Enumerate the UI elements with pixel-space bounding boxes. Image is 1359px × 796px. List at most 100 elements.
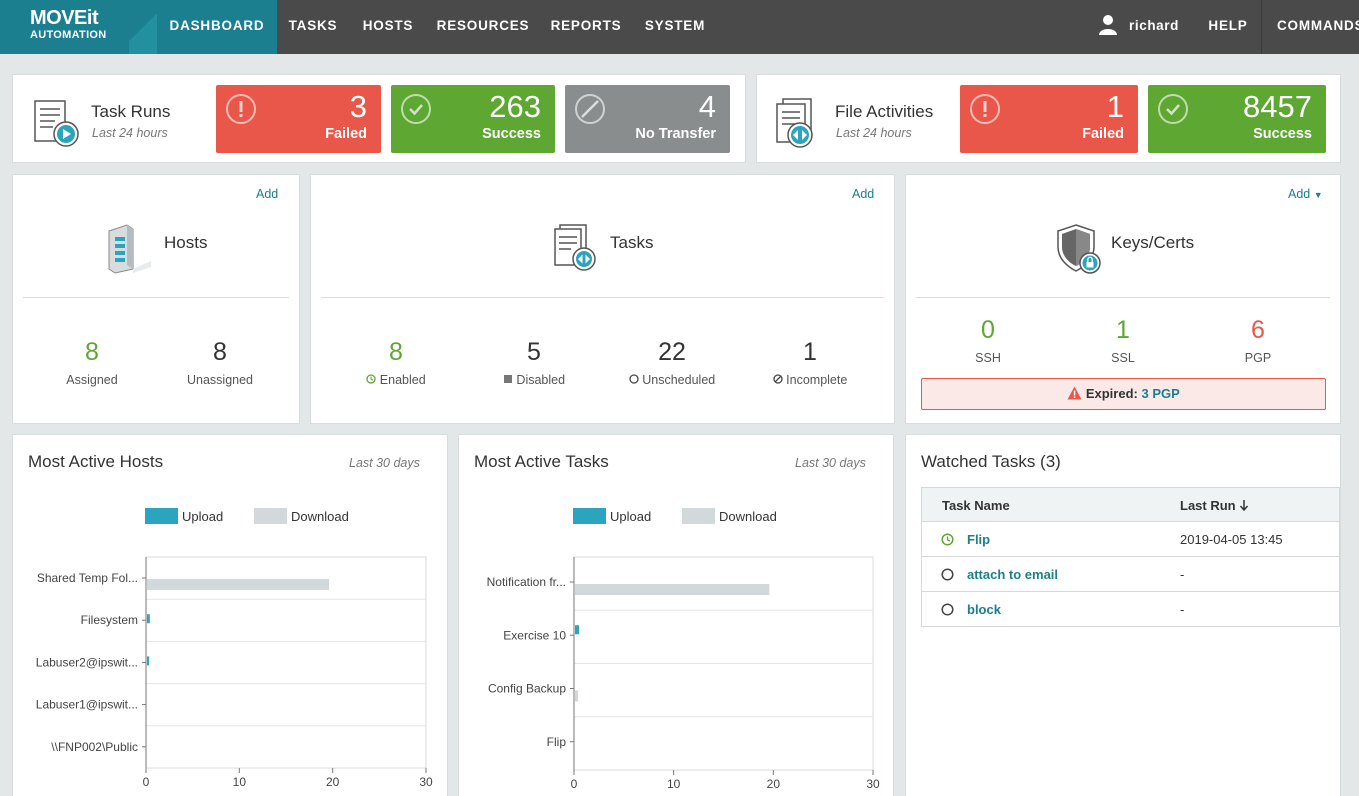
tasks-card: Add Tasks 8 Enabled 5 Disabled 22 Unsche… — [310, 174, 895, 424]
clock-icon — [941, 533, 954, 546]
task-runs-no-transfer-label: No Transfer — [635, 126, 716, 142]
task-runs-card: Task Runs Last 24 hours 3 Failed 263 Suc… — [12, 74, 746, 163]
tasks-disabled-count[interactable]: 5 — [474, 338, 594, 367]
nav-system[interactable]: SYSTEM — [633, 0, 717, 54]
y-tick-label: Labuser1@ipswit... — [36, 698, 138, 712]
keys-pgp-count[interactable]: 6 — [1198, 316, 1318, 345]
tasks-unscheduled-count[interactable]: 22 — [612, 338, 732, 367]
exclamation-icon — [970, 94, 1000, 124]
file-activities-failed-tile[interactable]: 1 Failed — [960, 85, 1138, 153]
hosts-assigned-count[interactable]: 8 — [32, 338, 152, 367]
task-runs-success-tile[interactable]: 263 Success — [391, 85, 555, 153]
logo-subtext: AUTOMATION — [30, 29, 107, 41]
task-runs-failed-label: Failed — [325, 126, 367, 142]
circle-icon — [629, 374, 639, 384]
hosts-unassigned-label: Unassigned — [186, 373, 253, 387]
tasks-enabled-text: Enabled — [379, 373, 426, 387]
x-tick-label: 0 — [571, 777, 578, 791]
bar-download — [575, 690, 578, 702]
keys-ssl-label: SSL — [1111, 351, 1135, 365]
hosts-title: Hosts — [164, 233, 208, 252]
file-activities-failed-count: 1 — [1106, 89, 1124, 124]
keys-ssl-count[interactable]: 1 — [1063, 316, 1183, 345]
hosts-add-link[interactable]: Add — [256, 187, 278, 201]
nav-tasks[interactable]: TASKS — [277, 0, 349, 54]
table-row[interactable]: attach to email - — [921, 557, 1340, 592]
expired-pgp-link[interactable]: 3 PGP — [1141, 386, 1179, 401]
col-last-run[interactable]: Last Run — [1180, 498, 1249, 513]
x-tick-label: 10 — [667, 777, 681, 791]
y-tick-label: \\FNP002\Public — [51, 740, 138, 754]
col-task-name[interactable]: Task Name — [942, 498, 1010, 513]
file-activities-failed-label: Failed — [1082, 126, 1124, 142]
user-menu[interactable]: richard — [1122, 0, 1186, 54]
user-icon[interactable] — [1099, 14, 1117, 41]
file-activities-success-count: 8457 — [1243, 89, 1312, 124]
task-runs-failed-count: 3 — [349, 89, 367, 124]
check-icon — [401, 94, 431, 124]
stop-icon — [503, 375, 512, 383]
tasks-title: Tasks — [610, 233, 654, 252]
watched-tasks-title: Watched Tasks (3) — [921, 452, 1061, 471]
bar-chart-svg: 0 10 20 30 Shared Temp Fol... Filesystem Labus… — [36, 556, 433, 789]
y-tick-label: Labuser2@ipswit... — [36, 655, 138, 669]
bar-chart-svg: 0 10 20 30 Notification fr... Exercise 10 Conf… — [487, 556, 880, 791]
x-tick-label: 30 — [866, 777, 880, 791]
table-row[interactable]: Flip 2019-04-05 13:45 — [921, 522, 1340, 557]
watched-tasks-card: Watched Tasks (3) Task Name Last Run Fli… — [905, 434, 1341, 796]
nav-hosts[interactable]: HOSTS — [349, 0, 427, 54]
y-tick-label: Config Backup — [488, 682, 566, 696]
file-activities-icon — [775, 97, 825, 154]
watched-table-header: Task Name Last Run — [921, 487, 1340, 522]
sort-down-arrow-icon — [1240, 500, 1249, 512]
nav-help[interactable]: HELP — [1196, 0, 1260, 54]
server-icon — [103, 223, 155, 280]
table-row[interactable]: block - — [921, 592, 1340, 627]
task-runs-success-label: Success — [482, 126, 541, 142]
watched-task-link[interactable]: Flip — [967, 532, 990, 547]
no-entry-icon — [575, 94, 605, 124]
nav-commands[interactable]: COMMANDS — [1262, 0, 1359, 54]
hosts-unassigned-count[interactable]: 8 — [160, 338, 280, 367]
x-tick-label: 30 — [419, 775, 433, 789]
task-runs-no-transfer-count: 4 — [698, 89, 716, 124]
task-runs-icon — [33, 99, 83, 154]
tasks-icon — [553, 223, 603, 278]
tasks-incomplete-count[interactable]: 1 — [750, 338, 870, 367]
keys-divider — [916, 297, 1330, 298]
task-runs-failed-tile[interactable]: 3 Failed — [216, 85, 381, 153]
logo[interactable]: MOVEit AUTOMATION — [0, 0, 157, 54]
bar-upload — [147, 614, 150, 624]
watched-task-link[interactable]: attach to email — [967, 567, 1058, 582]
nav-resources[interactable]: RESOURCES — [427, 0, 539, 54]
most-active-hosts-card: Most Active Hosts Last 30 days Upload Do… — [12, 434, 448, 796]
file-activities-success-tile[interactable]: 8457 Success — [1148, 85, 1326, 153]
bar-download — [575, 584, 770, 595]
tasks-enabled-count[interactable]: 8 — [336, 338, 456, 367]
watched-task-last-run: - — [1180, 602, 1185, 617]
hosts-divider — [23, 297, 289, 298]
bar-upload — [575, 625, 579, 635]
watched-task-link[interactable]: block — [967, 602, 1001, 617]
y-tick-label: Flip — [547, 735, 567, 749]
circle-icon — [941, 603, 954, 616]
expired-label: Expired: — [1085, 386, 1138, 401]
task-runs-no-transfer-tile[interactable]: 4 No Transfer — [565, 85, 730, 153]
task-runs-subtitle: Last 24 hours — [92, 126, 168, 140]
bar-upload — [147, 656, 149, 666]
hosts-assigned-label: Assigned — [66, 373, 118, 387]
watched-task-last-run: - — [1180, 567, 1185, 582]
nav-reports[interactable]: REPORTS — [539, 0, 633, 54]
y-tick-label: Exercise 10 — [503, 628, 566, 642]
nav-dashboard[interactable]: DASHBOARD — [157, 0, 277, 54]
file-activities-card: File Activities Last 24 hours 1 Failed 8… — [756, 74, 1341, 163]
exclamation-icon — [226, 94, 256, 124]
keys-pgp-label: PGP — [1244, 351, 1272, 365]
keys-ssh-count[interactable]: 0 — [928, 316, 1048, 345]
tasks-enabled-label: Enabled — [336, 373, 456, 387]
tasks-add-link[interactable]: Add — [852, 187, 874, 201]
check-icon — [1158, 94, 1188, 124]
keys-add-dropdown[interactable]: Add ▼ — [1288, 187, 1323, 201]
file-activities-title: File Activities — [835, 102, 934, 121]
bar-download — [147, 579, 329, 590]
